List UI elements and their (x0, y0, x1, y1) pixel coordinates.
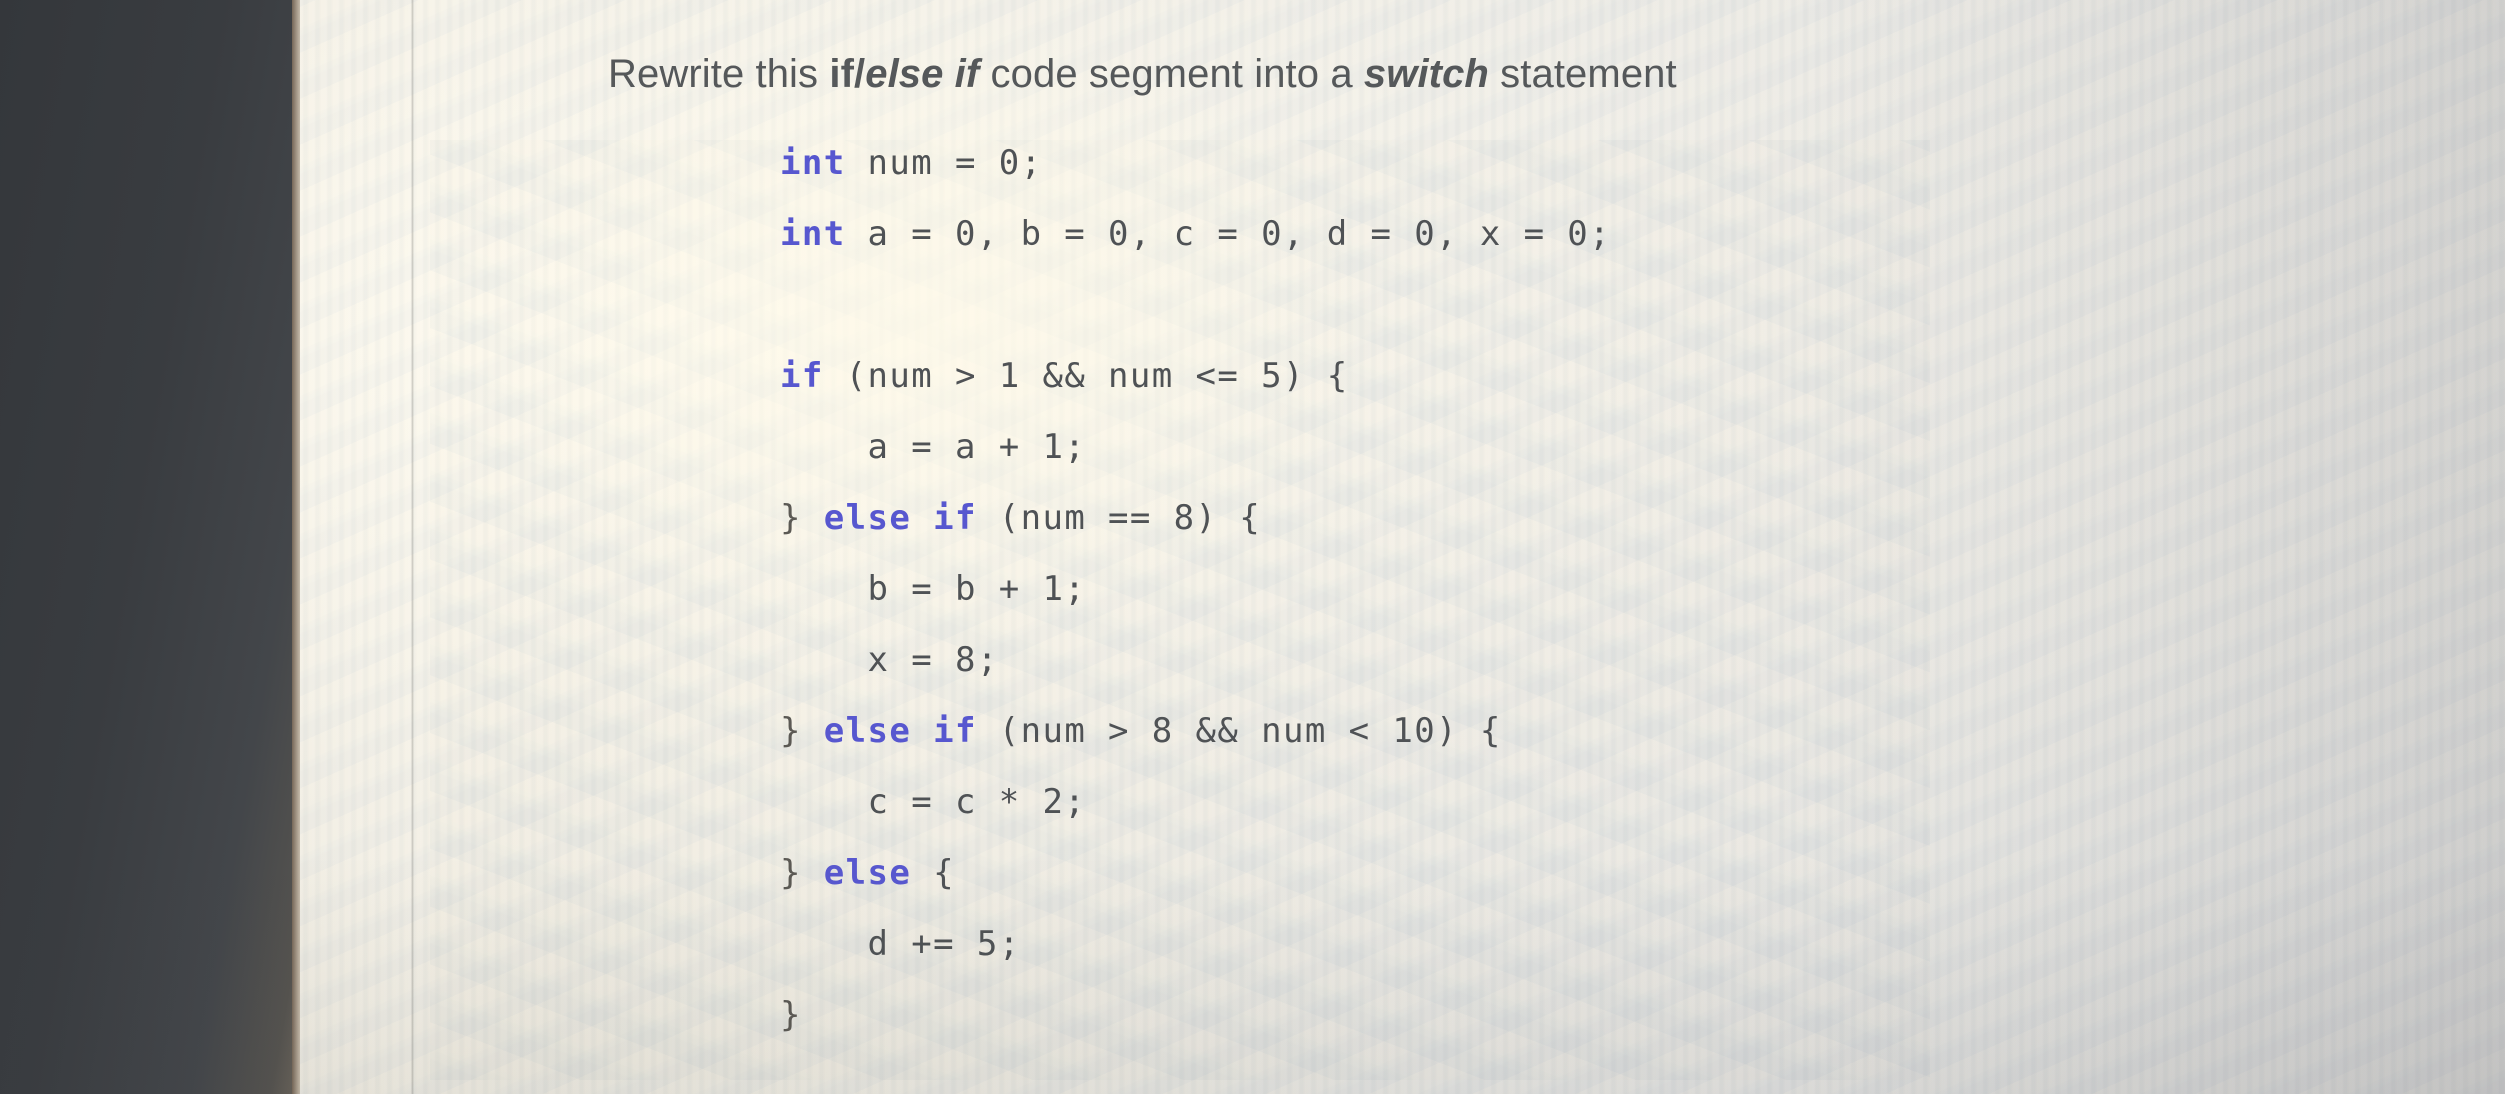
code-snippet: int num = 0; int a = 0, b = 0, c = 0, d =… (780, 128, 1611, 1051)
screenshot-root: Rewrite this if/else if code segment int… (0, 0, 2505, 1094)
code-text: b = b + 1; (867, 569, 1087, 609)
code-keyword: int (780, 143, 846, 183)
code-text: a = a + 1; (867, 427, 1087, 467)
prompt-prefix: Rewrite this (608, 52, 830, 96)
code-line: } else if (num > 8 && num < 10) { (780, 696, 1611, 767)
code-line: b = b + 1; (780, 554, 1611, 625)
code-text: d += 5; (867, 924, 1021, 964)
code-line: } else if (num == 8) { (780, 483, 1611, 554)
code-text: (num == 8) { (976, 498, 1262, 538)
prompt-middle: code segment into a (979, 52, 1364, 96)
prompt-slash: / (854, 52, 866, 96)
code-line: } (780, 980, 1611, 1051)
code-text: a = 0, b = 0, c = 0, d = 0, x = 0; (845, 214, 1612, 254)
question-prompt: Rewrite this if/else if code segment int… (608, 50, 1677, 98)
code-line: if (num > 1 && num <= 5) { (780, 341, 1611, 412)
code-line: int num = 0; (780, 128, 1611, 199)
prompt-keyword-if: if (829, 52, 854, 96)
code-line: } else { (780, 838, 1611, 909)
code-keyword: else (823, 853, 912, 893)
prompt-suffix: statement (1488, 52, 1677, 96)
code-line: x = 8; (780, 625, 1611, 696)
code-brace: } (780, 995, 802, 1035)
code-brace: } (780, 711, 802, 751)
code-line: d += 5; (780, 909, 1611, 980)
code-text: (num > 1 && num <= 5) { (823, 356, 1349, 396)
code-line: a = a + 1; (780, 412, 1611, 483)
code-keyword: else if (823, 498, 977, 538)
code-text: x = 8; (867, 640, 999, 680)
code-brace: } (780, 853, 802, 893)
code-keyword: if (780, 356, 824, 396)
prompt-keyword-else-if: else if (865, 52, 980, 96)
code-keyword: else if (823, 711, 977, 751)
prompt-keyword-switch: switch (1363, 52, 1489, 96)
code-text: { (911, 853, 955, 893)
code-text: num = 0; (845, 143, 1043, 183)
code-line: int a = 0, b = 0, c = 0, d = 0, x = 0; (780, 199, 1611, 270)
content-layer: Rewrite this if/else if code segment int… (0, 0, 2505, 1094)
code-text: c = c * 2; (867, 782, 1087, 822)
code-keyword: int (780, 214, 846, 254)
code-line: c = c * 2; (780, 767, 1611, 838)
code-brace: } (780, 498, 802, 538)
code-text: (num > 8 && num < 10) { (976, 711, 1502, 751)
